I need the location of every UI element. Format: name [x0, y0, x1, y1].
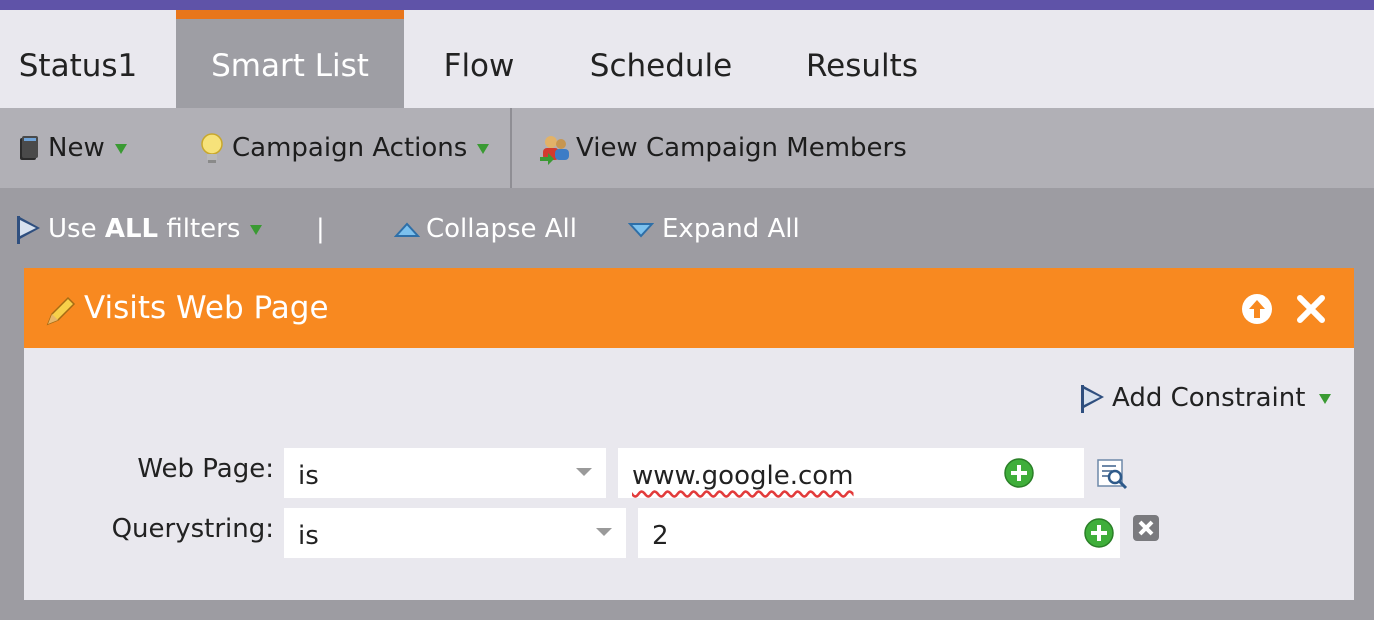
- querystring-value-field[interactable]: 2: [638, 508, 1120, 558]
- chevron-down-icon: [596, 528, 612, 536]
- add-constraint-button[interactable]: Add Constraint: [1078, 380, 1332, 416]
- web-page-value-field[interactable]: www.google.com: [618, 448, 1084, 498]
- tab-smart-list[interactable]: Smart List: [176, 10, 404, 108]
- querystring-operator-select[interactable]: is: [284, 508, 626, 558]
- people-icon: [540, 135, 569, 165]
- dropdown-triangle-icon: [250, 224, 263, 235]
- filter-title: Visits Web Page: [84, 290, 329, 326]
- filter-logic-menu[interactable]: Use ALL filters: [14, 188, 263, 268]
- tab-flow[interactable]: Flow: [424, 10, 534, 108]
- tab-status1[interactable]: Status1: [0, 10, 156, 108]
- new-menu-button[interactable]: New: [18, 108, 127, 188]
- remove-constraint-icon[interactable]: [1132, 514, 1160, 542]
- move-up-icon[interactable]: [1240, 292, 1274, 326]
- tab-results[interactable]: Results: [796, 10, 928, 108]
- add-constraint-label: Add Constraint: [1112, 383, 1306, 413]
- campaign-tabs: Status1 Smart List Flow Schedule Results: [0, 10, 1374, 108]
- campaign-actions-label: Campaign Actions: [232, 133, 468, 163]
- use-suffix-text: filters: [158, 214, 241, 244]
- dropdown-triangle-icon: [1319, 393, 1332, 404]
- web-page-operator-select[interactable]: is: [284, 448, 606, 498]
- filter-card-header: Visits Web Page: [24, 268, 1354, 348]
- filterbar-separator: |: [316, 214, 325, 244]
- plus-circle-icon[interactable]: [1084, 518, 1114, 548]
- funnel-icon: [17, 215, 40, 244]
- view-campaign-members-button[interactable]: View Campaign Members: [538, 108, 907, 188]
- querystring-value-text: 2: [652, 521, 669, 551]
- collapse-all-label: Collapse All: [426, 214, 577, 244]
- expand-all-button[interactable]: Expand All: [627, 188, 800, 268]
- book-icon: [20, 135, 38, 160]
- filter-card: Visits Web Page Add Constraint Web Page:…: [24, 268, 1354, 600]
- dropdown-triangle-icon: [114, 143, 127, 154]
- use-prefix-text: Use: [48, 214, 105, 244]
- plus-circle-icon[interactable]: [1004, 458, 1034, 488]
- close-icon[interactable]: [1294, 292, 1328, 326]
- lookup-icon[interactable]: [1096, 458, 1128, 490]
- campaign-toolbar: New Campaign Actions View Campaign Membe…: [0, 108, 1374, 188]
- toolbar-divider: [510, 108, 512, 188]
- collapse-triangle-icon: [393, 222, 421, 237]
- querystring-operator-value: is: [298, 521, 319, 551]
- expand-all-label: Expand All: [662, 214, 800, 244]
- web-page-operator-value: is: [298, 461, 319, 491]
- web-page-label: Web Page:: [137, 454, 274, 484]
- collapse-all-button[interactable]: Collapse All: [393, 188, 577, 268]
- new-menu-label: New: [48, 133, 105, 163]
- top-accent-bar: [0, 0, 1374, 10]
- querystring-label: Querystring:: [111, 514, 274, 544]
- view-campaign-members-label: View Campaign Members: [576, 133, 907, 163]
- use-all-bold-text: ALL: [104, 214, 159, 244]
- filter-logic-bar: Use ALL filters | Collapse All Expand Al…: [0, 188, 1374, 268]
- campaign-actions-button[interactable]: Campaign Actions: [200, 108, 490, 188]
- funnel-icon: [1081, 384, 1104, 413]
- expand-triangle-icon: [627, 222, 655, 237]
- web-page-value-text: www.google.com: [632, 461, 854, 491]
- chevron-down-icon: [576, 468, 592, 476]
- tab-schedule[interactable]: Schedule: [578, 10, 744, 108]
- dropdown-triangle-icon: [477, 143, 490, 154]
- lightbulb-icon: [201, 132, 223, 163]
- pencil-icon: [46, 296, 76, 326]
